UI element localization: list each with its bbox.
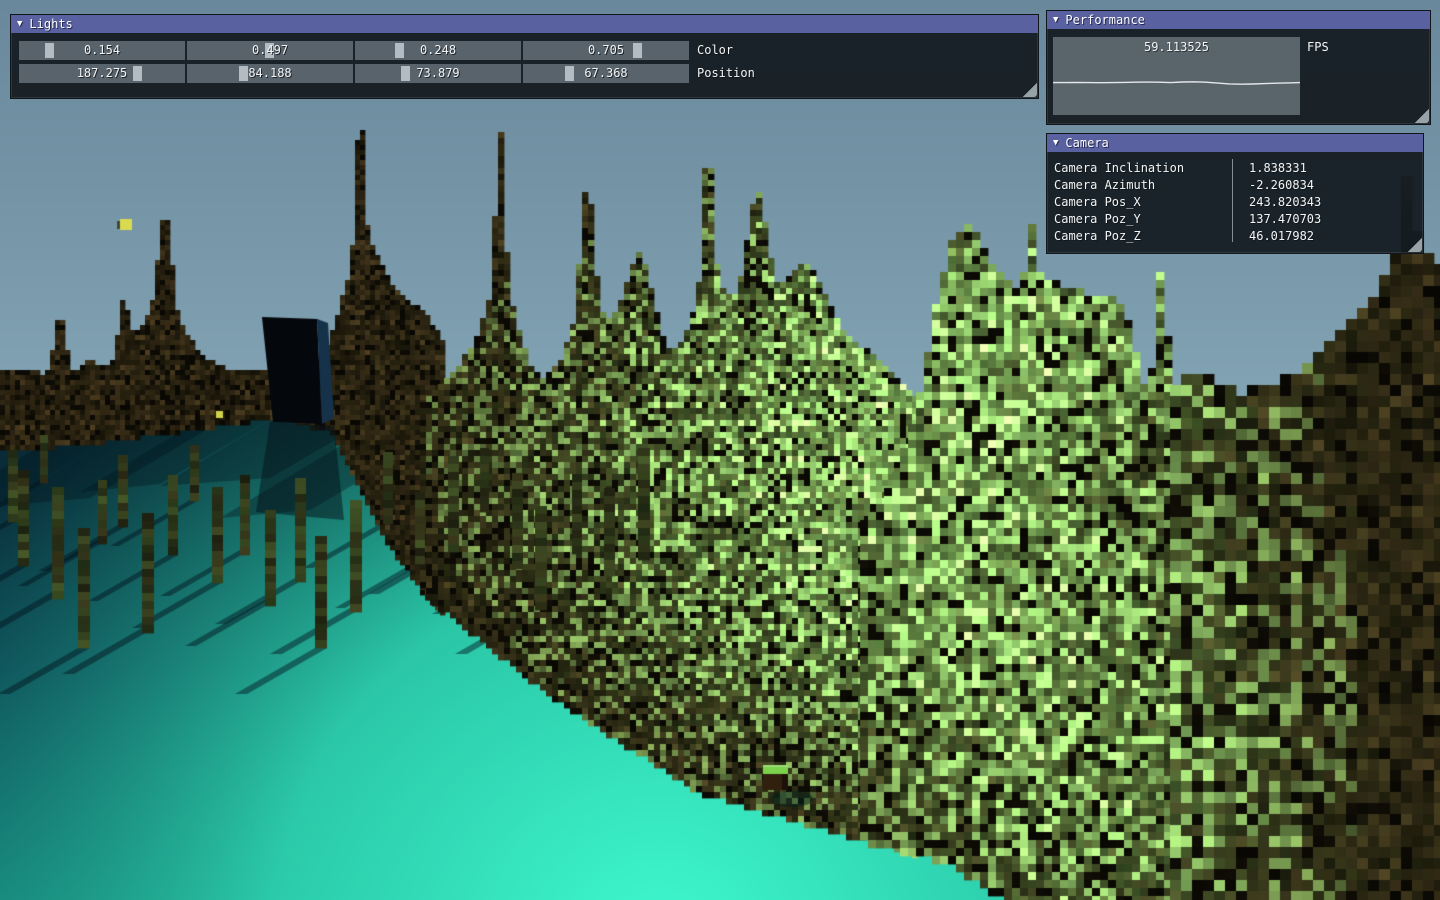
lights-panel-header[interactable]: ▼ Lights <box>11 15 1038 33</box>
camera-row-poz-z: Camera Poz_Z 46.017982 <box>1047 227 1423 244</box>
camera-rows: Camera Inclination 1.838331 Camera Azimu… <box>1047 159 1423 244</box>
light-color-slider-0[interactable]: 0.154 <box>19 41 185 60</box>
performance-panel-header[interactable]: ▼ Performance <box>1047 11 1430 29</box>
camera-divider <box>1232 159 1233 242</box>
resize-grip[interactable] <box>1414 108 1429 123</box>
light-position-slider-0[interactable]: 187.275 <box>19 64 185 83</box>
camera-row-label: Camera Azimuth <box>1047 178 1240 192</box>
fps-graph: 59.113525 <box>1053 37 1300 115</box>
collapse-icon[interactable]: ▼ <box>1053 16 1058 25</box>
resize-grip[interactable] <box>1407 237 1422 252</box>
light-position-slider-2[interactable]: 73.879 <box>355 64 521 83</box>
camera-row-label: Camera Poz_Z <box>1047 229 1240 243</box>
lights-panel-body: 0.154 0.497 0.248 0.705 Color <box>19 41 755 83</box>
light-color-slider-1[interactable]: 0.497 <box>187 41 353 60</box>
light-position-slider-3[interactable]: 67.368 <box>523 64 689 83</box>
camera-row-label: Camera Inclination <box>1047 161 1240 175</box>
color-row-label: Color <box>697 41 733 60</box>
collapse-icon[interactable]: ▼ <box>17 20 22 29</box>
slider-value: 73.879 <box>355 64 521 83</box>
camera-row-label: Camera Pos_X <box>1047 195 1240 209</box>
slider-value: 187.275 <box>19 64 185 83</box>
light-position-row: 187.275 84.188 73.879 67.368 Position <box>19 64 755 83</box>
light-color-slider-3[interactable]: 0.705 <box>523 41 689 60</box>
light-position-slider-1[interactable]: 84.188 <box>187 64 353 83</box>
camera-row-value[interactable]: 1.838331 <box>1240 161 1307 175</box>
light-color-row: 0.154 0.497 0.248 0.705 Color <box>19 41 755 60</box>
camera-row-azimuth: Camera Azimuth -2.260834 <box>1047 176 1423 193</box>
slider-value: 67.368 <box>523 64 689 83</box>
light-color-slider-2[interactable]: 0.248 <box>355 41 521 60</box>
camera-panel-title: Camera <box>1065 134 1108 152</box>
fps-value: 59.113525 <box>1053 40 1300 54</box>
camera-row-value[interactable]: 46.017982 <box>1240 229 1314 243</box>
collapse-icon[interactable]: ▼ <box>1053 139 1058 148</box>
camera-row-value[interactable]: 137.470703 <box>1240 212 1321 226</box>
lights-panel-title: Lights <box>29 15 72 33</box>
camera-panel-header[interactable]: ▼ Camera <box>1047 134 1423 152</box>
camera-panel: ▼ Camera Camera Inclination 1.838331 Cam… <box>1046 133 1424 254</box>
slider-value: 0.705 <box>523 41 689 60</box>
camera-row-poz-y: Camera Poz_Y 137.470703 <box>1047 210 1423 227</box>
resize-grip[interactable] <box>1022 82 1037 97</box>
slider-value: 0.154 <box>19 41 185 60</box>
camera-row-label: Camera Poz_Y <box>1047 212 1240 226</box>
fps-label: FPS <box>1307 40 1329 54</box>
slider-value: 0.248 <box>355 41 521 60</box>
position-row-label: Position <box>697 64 755 83</box>
performance-panel: ▼ Performance 59.113525 FPS <box>1046 10 1431 125</box>
camera-row-value[interactable]: 243.820343 <box>1240 195 1321 209</box>
slider-value: 84.188 <box>187 64 353 83</box>
lights-panel: ▼ Lights 0.154 0.497 0.248 0.7 <box>10 14 1039 99</box>
app-window: ▼ Lights 0.154 0.497 0.248 0.7 <box>0 0 1440 900</box>
camera-row-pos-x: Camera Pos_X 243.820343 <box>1047 193 1423 210</box>
performance-panel-title: Performance <box>1065 11 1144 29</box>
camera-row-inclination: Camera Inclination 1.838331 <box>1047 159 1423 176</box>
slider-value: 0.497 <box>187 41 353 60</box>
camera-row-value[interactable]: -2.260834 <box>1240 178 1314 192</box>
